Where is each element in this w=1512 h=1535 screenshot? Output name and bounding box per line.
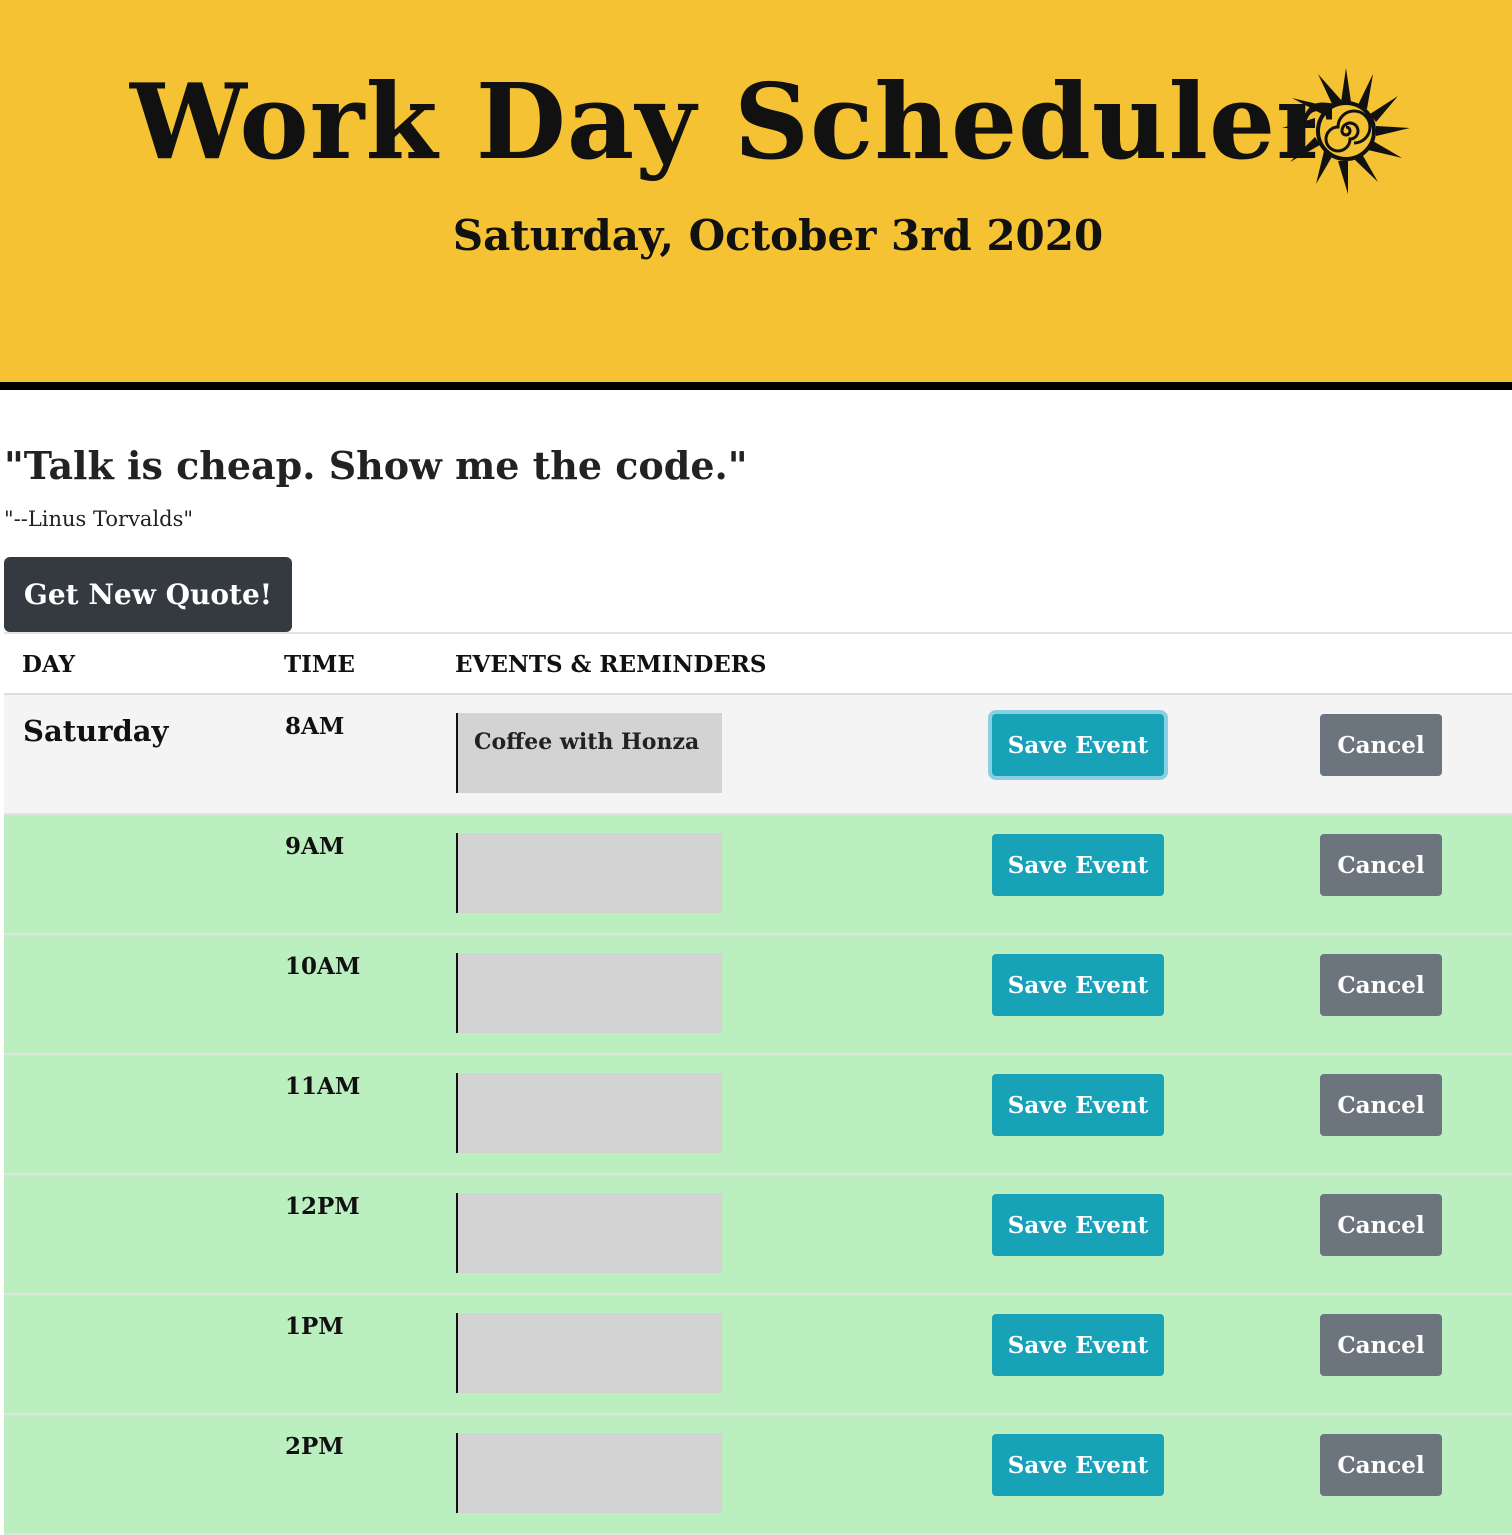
time-label: 10AM (285, 953, 361, 980)
current-date: Saturday, October 3rd 2020 (452, 211, 1104, 260)
save-event-button[interactable]: Save Event (992, 954, 1164, 1016)
time-row-1pm: 1PM Save Event Cancel (4, 1295, 1512, 1415)
column-header-day: DAY (22, 651, 76, 678)
column-header-time: TIME (284, 651, 355, 678)
time-label: 8AM (285, 713, 345, 740)
cancel-button[interactable]: Cancel (1320, 834, 1442, 896)
table-header: DAY TIME EVENTS & REMINDERS (4, 632, 1512, 695)
time-row-2pm: 2PM Save Event Cancel (4, 1415, 1512, 1535)
event-input[interactable] (456, 1313, 722, 1393)
time-label: 1PM (285, 1313, 344, 1340)
get-new-quote-button[interactable]: Get New Quote! (4, 557, 292, 632)
app-title: Work Day Scheduler (130, 60, 1332, 183)
event-input[interactable] (456, 1433, 722, 1513)
sun-icon (1282, 68, 1410, 194)
day-label: Saturday (23, 714, 169, 748)
time-row-12pm: 12PM Save Event Cancel (4, 1175, 1512, 1295)
cancel-button[interactable]: Cancel (1320, 954, 1442, 1016)
time-row-10am: 10AM Save Event Cancel (4, 935, 1512, 1055)
save-event-button[interactable]: Save Event (992, 714, 1164, 776)
save-event-button[interactable]: Save Event (992, 1434, 1164, 1496)
save-event-button[interactable]: Save Event (992, 1314, 1164, 1376)
quote-author: "--Linus Torvalds" (4, 507, 194, 531)
column-header-events: EVENTS & REMINDERS (455, 651, 767, 678)
event-input[interactable] (456, 1073, 722, 1153)
event-input[interactable]: Coffee with Honza (456, 713, 722, 793)
header-divider (0, 382, 1512, 390)
cancel-button[interactable]: Cancel (1320, 1074, 1442, 1136)
time-label: 12PM (285, 1193, 360, 1220)
time-row-11am: 11AM Save Event Cancel (4, 1055, 1512, 1175)
page-header: Work Day Scheduler Saturday, October 3rd… (0, 0, 1512, 382)
cancel-button[interactable]: Cancel (1320, 1434, 1442, 1496)
save-event-button[interactable]: Save Event (992, 834, 1164, 896)
cancel-button[interactable]: Cancel (1320, 714, 1442, 776)
event-input[interactable] (456, 833, 722, 913)
time-label: 9AM (285, 833, 345, 860)
event-input[interactable] (456, 1193, 722, 1273)
time-label: 11AM (285, 1073, 361, 1100)
quote-text: "Talk is cheap. Show me the code." (4, 443, 748, 488)
cancel-button[interactable]: Cancel (1320, 1314, 1442, 1376)
schedule-table: DAY TIME EVENTS & REMINDERS Saturday 8AM… (4, 632, 1512, 1535)
time-row-8am: Saturday 8AM Coffee with Honza Save Even… (4, 695, 1512, 815)
time-row-9am: 9AM Save Event Cancel (4, 815, 1512, 935)
time-label: 2PM (285, 1433, 344, 1460)
save-event-button[interactable]: Save Event (992, 1194, 1164, 1256)
event-input[interactable] (456, 953, 722, 1033)
save-event-button[interactable]: Save Event (992, 1074, 1164, 1136)
cancel-button[interactable]: Cancel (1320, 1194, 1442, 1256)
